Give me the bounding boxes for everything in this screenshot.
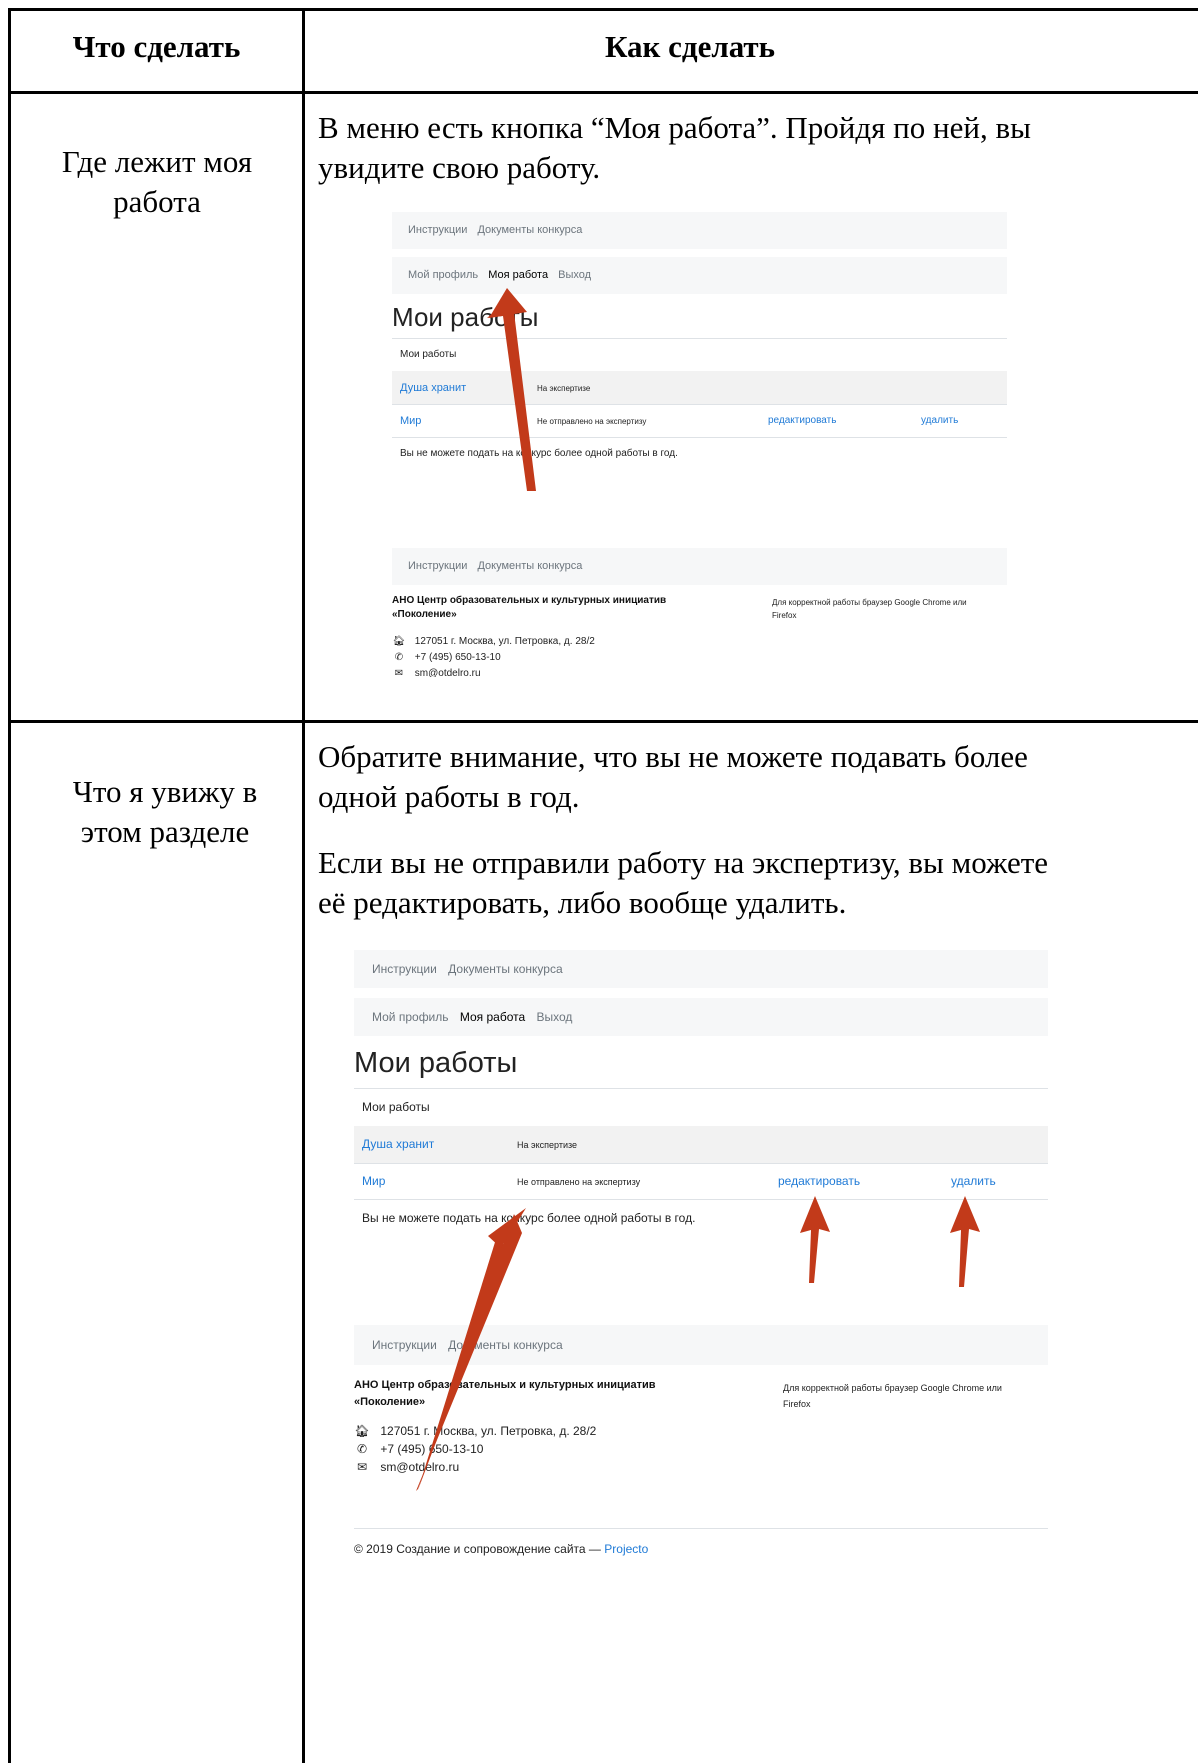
table-row	[392, 371, 1007, 404]
divider	[392, 338, 1007, 339]
screenshot-my-work-2: Инструкции Документы конкурса Мой профил…	[354, 950, 1048, 1560]
row2-how-paragraph-2: Если вы не отправили работу на экспертиз…	[318, 845, 1049, 920]
nav-instructions[interactable]: Инструкции	[372, 950, 437, 988]
edit-link[interactable]: редактировать	[768, 415, 836, 426]
phone-icon: ✆	[394, 652, 404, 663]
address-line: 🏠︎ 127051 г. Москва, ул. Петровка, д. 28…	[392, 636, 595, 647]
address-line: 🏠︎ 127051 г. Москва, ул. Петровка, д. 28…	[354, 1424, 596, 1438]
table-border-header	[10, 91, 1198, 94]
work-status: На экспертизе	[517, 1140, 578, 1150]
table-border-row1	[10, 720, 1198, 723]
instruction-document: Что сделать Как сделать Где лежит моя ра…	[0, 0, 1198, 1763]
table-border-top	[10, 8, 1198, 11]
user-nav-bar: Мой профиль Моя работа Выход	[354, 998, 1048, 1036]
top-nav-bar: Инструкции Документы конкурса	[354, 950, 1048, 988]
nav-instructions[interactable]: Инструкции	[408, 212, 467, 249]
copyright-text: © 2019 Создание и сопровождение сайта —	[354, 1542, 605, 1556]
row2-what: Что я увижу в этом разделе	[72, 774, 258, 849]
limit-notice: Вы не можете подать на конкурс более одн…	[362, 1211, 696, 1225]
nav-documents[interactable]: Документы конкурса	[477, 212, 582, 249]
envelope-icon: ✉	[356, 1460, 368, 1474]
section-label: Мои работы	[362, 1100, 430, 1114]
browser-note: Для корректной работы браузер Google Chr…	[772, 598, 967, 620]
email-line: ✉ sm@otdelro.ru	[354, 1460, 459, 1474]
limit-notice: Вы не можете подать на конкурс более одн…	[400, 448, 678, 459]
delete-link[interactable]: удалить	[921, 415, 958, 426]
email-text: sm@otdelro.ru	[380, 1460, 460, 1474]
nav-my-work[interactable]: Моя работа	[488, 257, 548, 294]
org-name: АНО Центр образовательных и культурных и…	[392, 595, 667, 620]
row1-what: Где лежит моя работа	[61, 144, 253, 219]
nav-my-profile[interactable]: Мой профиль	[408, 257, 478, 294]
work-title-link[interactable]: Мир	[362, 1174, 385, 1188]
phone-icon: ✆	[356, 1442, 368, 1456]
divider	[354, 1088, 1048, 1089]
divider	[354, 1199, 1048, 1200]
page-heading: Мои работы	[354, 1047, 518, 1079]
developer-link[interactable]: Projecto	[604, 1542, 648, 1556]
section-label: Мои работы	[400, 349, 457, 360]
nav-my-profile[interactable]: Мой профиль	[372, 998, 449, 1036]
page-heading: Мои работы	[392, 302, 539, 332]
phone-text: +7 (495) 650-13-10	[414, 652, 501, 663]
work-status: Не отправлено на экспертизу	[517, 1177, 641, 1187]
home-icon: 🏠︎	[392, 636, 406, 647]
nav-documents[interactable]: Документы конкурса	[477, 548, 582, 585]
work-title-link[interactable]: Душа хранит	[362, 1137, 434, 1151]
footer-nav-bar: Инструкции Документы конкурса	[354, 1325, 1048, 1365]
divider	[392, 404, 1007, 405]
home-icon: 🏠︎	[354, 1424, 370, 1438]
work-title-link[interactable]: Мир	[400, 415, 421, 427]
nav-documents[interactable]: Документы конкурса	[448, 950, 562, 988]
nav-logout[interactable]: Выход	[537, 998, 573, 1036]
email-line: ✉ sm@otdelro.ru	[392, 668, 481, 677]
browser-note: Для корректной работы браузер Google Chr…	[783, 1383, 1002, 1409]
phone-line: ✆ +7 (495) 650-13-10	[354, 1442, 483, 1456]
row2-how-paragraph-1: Обратите внимание, что вы не можете пода…	[318, 739, 1028, 814]
screenshot-my-work-1: Инструкции Документы конкурса Мой профил…	[392, 212, 1007, 677]
address-text: 127051 г. Москва, ул. Петровка, д. 28/2	[414, 636, 595, 647]
copyright: © 2019 Создание и сопровождение сайта — …	[354, 1542, 648, 1556]
org-name: АНО Центр образовательных и культурных и…	[354, 1379, 656, 1408]
table-border-left	[8, 8, 11, 1763]
work-status: Не отправлено на экспертизу	[537, 417, 647, 426]
phone-line: ✆ +7 (495) 650-13-10	[392, 652, 501, 663]
email-text: sm@otdelro.ru	[414, 668, 481, 677]
row1-how-paragraph: В меню есть кнопка “Моя работа”. Пройдя …	[318, 110, 1031, 185]
edit-link[interactable]: редактировать	[778, 1174, 860, 1188]
nav-documents[interactable]: Документы конкурса	[448, 1325, 562, 1365]
delete-link[interactable]: удалить	[951, 1174, 996, 1188]
user-nav-bar: Мой профиль Моя работа Выход	[392, 257, 1007, 294]
envelope-icon: ✉	[394, 668, 404, 677]
nav-instructions[interactable]: Инструкции	[408, 548, 467, 585]
divider	[354, 1528, 1048, 1529]
nav-my-work[interactable]: Моя работа	[460, 998, 525, 1036]
top-nav-bar: Инструкции Документы конкурса	[392, 212, 1007, 249]
table-border-middle	[302, 8, 305, 1763]
work-title-link[interactable]: Душа хранит	[400, 382, 466, 394]
address-text: 127051 г. Москва, ул. Петровка, д. 28/2	[380, 1424, 597, 1438]
header-what: Что сделать	[72, 29, 241, 64]
divider	[354, 1163, 1048, 1164]
header-how: Как сделать	[604, 29, 776, 64]
divider	[392, 437, 1007, 438]
nav-logout[interactable]: Выход	[558, 257, 591, 294]
nav-instructions[interactable]: Инструкции	[372, 1325, 437, 1365]
work-status: На экспертизе	[537, 384, 591, 393]
phone-text: +7 (495) 650-13-10	[380, 1442, 484, 1456]
table-row	[354, 1126, 1048, 1163]
footer-nav-bar: Инструкции Документы конкурса	[392, 548, 1007, 585]
